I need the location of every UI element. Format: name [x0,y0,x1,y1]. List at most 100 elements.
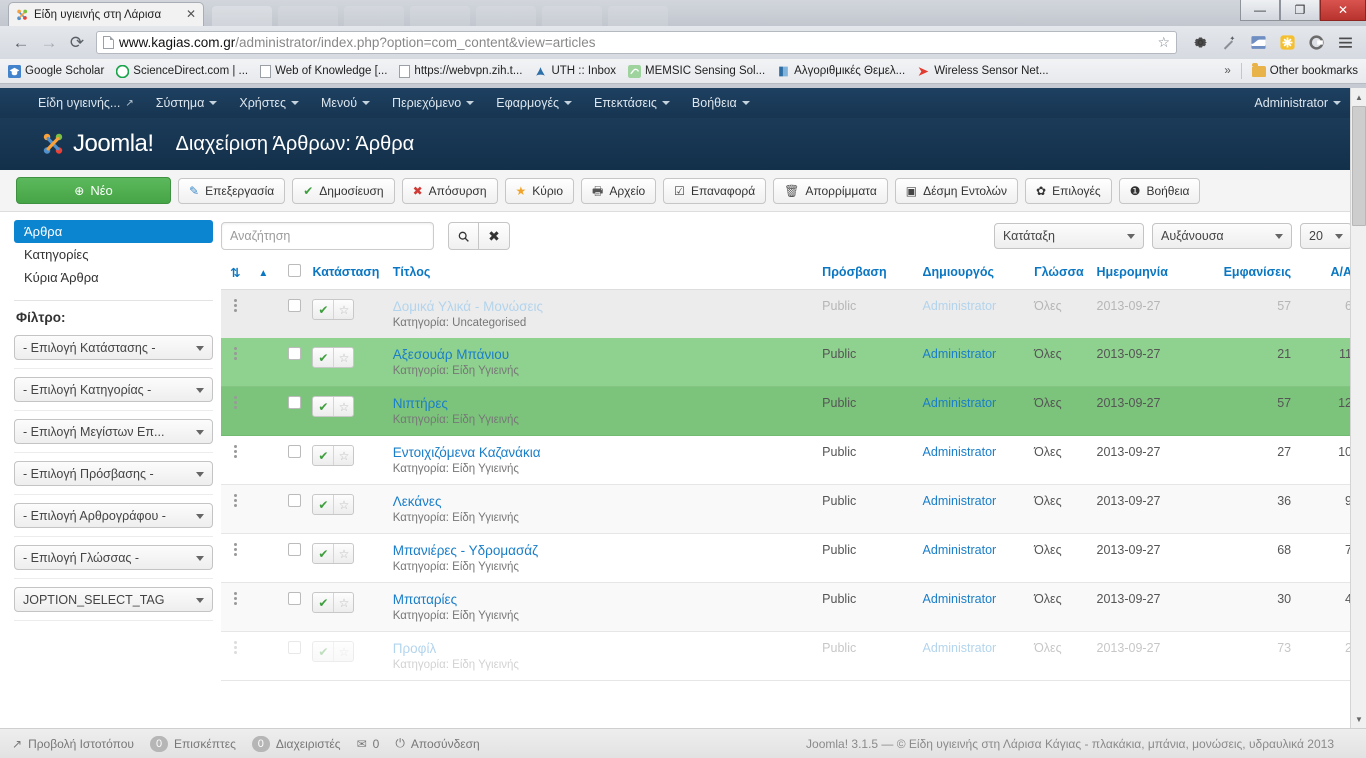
status-toggle-group[interactable]: ✔ ☆ [312,445,355,466]
browser-tab[interactable]: Είδη υγιεινής στη Λάρισα ✕ [8,2,204,26]
back-icon[interactable]: ← [8,30,34,56]
filter-tag-select[interactable]: JOPTION_SELECT_TAG [14,587,213,612]
status-toggle-group[interactable]: ✔ ☆ [312,494,355,515]
sidebar-item-categories[interactable]: Κατηγορίες [14,243,213,266]
col-hits[interactable]: Εμφανίσεις [1202,264,1306,290]
avast-icon[interactable] [1303,30,1329,56]
drag-handle-icon[interactable] [221,543,250,556]
publish-toggle-icon[interactable]: ✔ [313,300,333,319]
article-author-link[interactable]: Administrator [923,543,997,557]
row-checkbox[interactable] [288,592,302,605]
article-title-link[interactable]: Μπαταρίες [393,592,457,607]
search-button[interactable] [448,222,479,250]
col-checkall[interactable] [276,264,313,290]
drag-handle-icon[interactable] [221,347,250,360]
minimize-button[interactable]: — [1240,0,1280,21]
window-close-button[interactable]: ✕ [1320,0,1366,21]
table-row[interactable]: ✔ ☆ Μπανιέρες - Υδρομασάζ Κατηγορία: Είδη Υ… [221,533,1352,583]
table-row[interactable]: ✔ ☆ Εντοιχιζόμενα Καζανάκια Κατηγορία: Είδη… [221,435,1352,485]
batch-button[interactable]: ▣ Δέσμη Εντολών [894,177,1019,204]
archive-button[interactable]: 🖶 Αρχείο [581,177,657,204]
featured-toggle-icon[interactable]: ☆ [333,300,353,319]
bookmark-item[interactable]: Αλγοριθμικές Θεμελ... [777,65,905,78]
filter-language-select[interactable]: - Επιλογή Γλώσσας - [14,545,213,570]
drag-handle-icon[interactable] [221,445,250,458]
col-language[interactable]: Γλώσσα [1034,264,1097,290]
scroll-up-icon[interactable]: ▲ [1352,89,1366,105]
bookmark-item[interactable]: Web of Knowledge [... [260,64,387,78]
featured-toggle-icon[interactable]: ☆ [333,593,353,612]
new-button[interactable]: ⊕ Νέο [16,177,171,204]
publish-toggle-icon[interactable]: ✔ [313,495,333,514]
drag-handle-icon[interactable] [221,299,250,312]
preview-site-link[interactable]: ↗ Προβολή Ιστοτόπου [12,737,134,751]
article-author-link[interactable]: Administrator [923,299,997,313]
admins-status[interactable]: 0 Διαχειριστές [251,735,341,752]
sidebar-item-articles[interactable]: Άρθρα [14,220,213,243]
select-all-checkbox[interactable] [288,264,302,277]
col-access[interactable]: Πρόσβαση [822,264,923,290]
filter-maxlevels-select[interactable]: - Επιλογή Μεγίστων Επ... [14,419,213,444]
help-button[interactable]: ❶ Βοήθεια [1118,177,1201,204]
drag-handle-icon[interactable] [221,494,250,507]
bookmark-item[interactable]: Google Scholar [8,64,104,78]
search-input[interactable] [221,222,434,250]
reload-icon[interactable]: ⟳ [64,30,90,56]
maximize-button[interactable]: ❐ [1280,0,1320,21]
article-author-link[interactable]: Administrator [923,347,997,361]
col-author[interactable]: Δημιουργός [922,264,1035,290]
article-author-link[interactable]: Administrator [923,445,997,459]
bookmark-item[interactable]: ScienceDirect.com | ... [116,64,248,78]
featured-button[interactable]: ★ Κύριο [504,177,575,204]
edit-button[interactable]: ✎ Επεξεργασία [178,177,286,204]
table-row[interactable]: ✔ ☆ Αξεσουάρ Μπάνιου Κατηγορία: Είδη Υγιειν… [221,338,1352,387]
row-checkbox[interactable] [288,494,302,507]
checkin-button[interactable]: ☑ Επαναφορά [663,177,767,204]
star-extension-icon[interactable] [1274,30,1300,56]
tab-close-icon[interactable]: ✕ [185,8,197,20]
table-row[interactable]: ✔ ☆ Δομικά Υλικά - Μονώσεις Κατηγορία: Unca… [221,289,1352,338]
status-toggle-group[interactable]: ✔ ☆ [312,592,355,613]
article-title-link[interactable]: Δομικά Υλικά - Μονώσεις [393,299,543,314]
article-title-link[interactable]: Μπανιέρες - Υδρομασάζ [393,543,538,558]
menu-system[interactable]: Σύστημα [145,88,229,118]
menu-content[interactable]: Περιεχόμενο [381,88,485,118]
forward-icon[interactable]: → [36,30,62,56]
menu-site-name[interactable]: Είδη υγιεινής... ↗ [14,88,145,118]
table-row[interactable]: ✔ ☆ Νιπτήρες Κατηγορία: Είδη Υγιεινής Public… [221,386,1352,436]
publish-toggle-icon[interactable]: ✔ [313,642,333,661]
table-row[interactable]: ✔ ☆ Λεκάνες Κατηγορία: Είδη Υγιεινής Public A… [221,484,1352,534]
article-author-link[interactable]: Administrator [923,592,997,606]
bookmark-item[interactable]: https://webvpn.zih.t... [399,64,522,78]
publish-button[interactable]: ✔ Δημοσίευση [292,177,395,204]
featured-toggle-icon[interactable]: ☆ [333,495,353,514]
ordering-select[interactable]: Κατάταξη [994,223,1144,249]
chrome-menu-icon[interactable] [1332,30,1358,56]
status-toggle-group[interactable]: ✔ ☆ [312,299,355,320]
menu-users[interactable]: Χρήστες [228,88,310,118]
menu-help[interactable]: Βοήθεια [681,88,761,118]
joomla-logo[interactable]: Joomla! [14,130,154,158]
col-id[interactable]: Α/Α [1305,264,1352,290]
publish-toggle-icon[interactable]: ✔ [313,348,333,367]
unpublish-button[interactable]: ✖ Απόσυρση [401,177,498,204]
article-author-link[interactable]: Administrator [923,396,997,410]
scrollbar-thumb[interactable] [1352,106,1366,226]
featured-toggle-icon[interactable]: ☆ [333,397,353,416]
menu-menus[interactable]: Μενού [310,88,381,118]
filter-status-select[interactable]: - Επιλογή Κατάστασης - [14,335,213,360]
status-toggle-group[interactable]: ✔ ☆ [312,347,355,368]
article-title-link[interactable]: Εντοιχιζόμενα Καζανάκια [393,445,541,460]
featured-toggle-icon[interactable]: ☆ [333,348,353,367]
row-checkbox[interactable] [288,543,302,556]
row-checkbox[interactable] [288,641,302,654]
logout-link[interactable]: ⏻ Αποσύνδεση [395,736,479,751]
publish-toggle-icon[interactable]: ✔ [313,593,333,612]
bookmark-item[interactable]: Wireless Sensor Net... [917,65,1049,78]
status-toggle-group[interactable]: ✔ ☆ [312,543,355,564]
drag-handle-icon[interactable] [221,641,250,654]
gear-icon[interactable] [1187,30,1213,56]
bookmark-star-icon[interactable]: ☆ [1157,34,1170,51]
col-title[interactable]: Τίτλος [392,264,823,290]
article-title-link[interactable]: Προφίλ [393,641,436,656]
